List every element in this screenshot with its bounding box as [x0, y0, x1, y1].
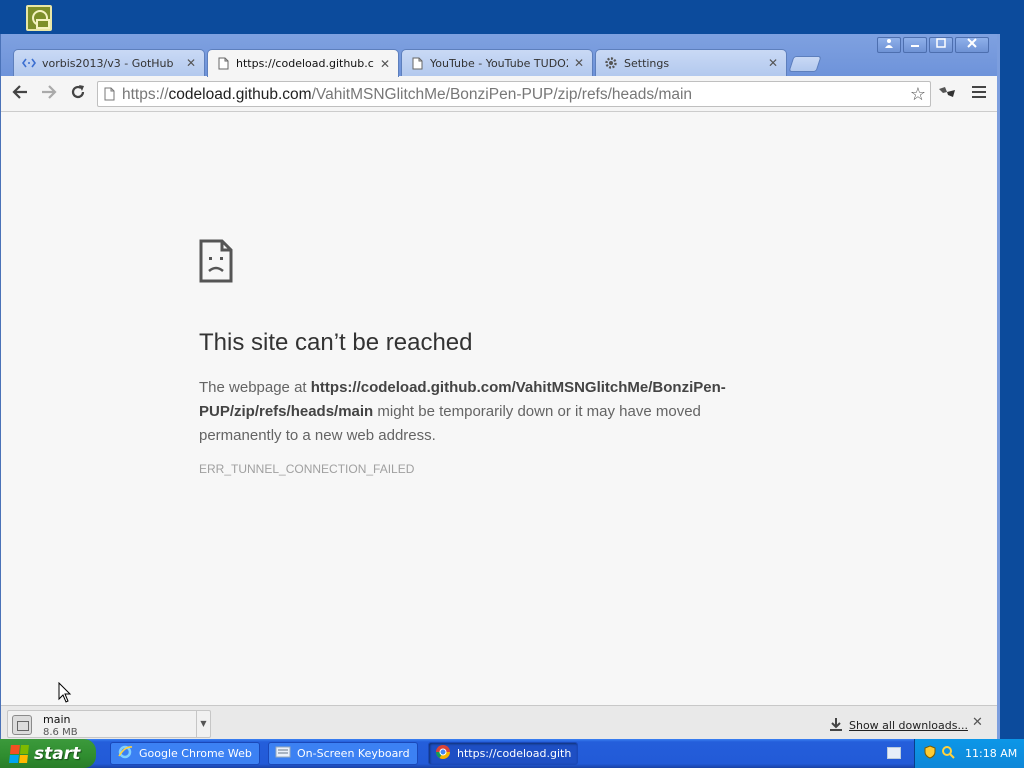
chrome-icon — [435, 744, 451, 763]
window-controls — [877, 37, 989, 53]
tab-title: YouTube - YouTube TUDO2 — [430, 56, 568, 70]
taskbar-item-chrome-web[interactable]: Google Chrome Web ... — [110, 742, 260, 765]
bookmark-star-icon[interactable]: ☆ — [910, 84, 926, 105]
profile-icon[interactable] — [877, 37, 901, 53]
download-size: 8.6 MB — [43, 727, 78, 738]
keyboard-tray-icon[interactable] — [887, 747, 901, 759]
menu-icon[interactable] — [972, 86, 986, 100]
taskbar-item-label: https://codeload.gith... — [457, 747, 571, 760]
tab-youtube[interactable]: YouTube - YouTube TUDO2 ✕ — [401, 49, 593, 76]
window-close-button[interactable] — [955, 37, 989, 53]
error-message-prefix: The webpage at — [199, 379, 311, 396]
close-icon[interactable]: ✕ — [972, 715, 983, 730]
show-all-downloads[interactable]: Show all downloads... — [829, 717, 968, 734]
taskbar-item-label: On-Screen Keyboard — [297, 747, 410, 760]
browser-toolbar: https://codeload.github.com/VahitMSNGlit… — [1, 76, 997, 112]
tab-close-icon[interactable]: ✕ — [574, 56, 584, 70]
tab-close-icon[interactable]: ✕ — [380, 57, 390, 71]
url-text: https://codeload.github.com/VahitMSNGlit… — [122, 86, 692, 104]
taskbar: start Google Chrome Web ... On-Screen Ke… — [0, 739, 1024, 768]
tab-close-icon[interactable]: ✕ — [768, 56, 778, 70]
page-icon — [104, 87, 115, 104]
tab-gothub[interactable]: vorbis2013/v3 - GotHub ✕ — [13, 49, 205, 76]
clock: 11:18 AM — [965, 747, 1018, 760]
chrome-window: vorbis2013/v3 - GotHub ✕ https://codeloa… — [0, 34, 1000, 739]
minimize-button[interactable] — [903, 37, 927, 53]
error-code: ERR_TUNNEL_CONNECTION_FAILED — [199, 462, 415, 476]
start-label: start — [34, 743, 81, 764]
tab-title: https://codeload.github.com — [236, 57, 374, 70]
windows-logo-icon — [9, 744, 29, 763]
chevron-down-icon[interactable]: ▼ — [196, 711, 210, 737]
error-heading: This site can’t be reached — [199, 329, 473, 356]
page-icon — [216, 57, 230, 71]
download-icon — [829, 717, 843, 734]
tab-close-icon[interactable]: ✕ — [186, 56, 196, 70]
tab-title: vorbis2013/v3 - GotHub — [42, 56, 174, 70]
taskbar-item-on-screen-keyboard[interactable]: On-Screen Keyboard — [268, 742, 418, 765]
page-icon — [410, 56, 424, 70]
tab-codeload[interactable]: https://codeload.github.com ✕ — [207, 49, 399, 77]
desktop-shortcut-icon[interactable] — [26, 5, 52, 31]
error-page: This site can’t be reached The webpage a… — [1, 112, 997, 705]
download-item[interactable]: main 8.6 MB ▼ — [7, 710, 211, 738]
new-tab-button[interactable] — [788, 56, 822, 72]
system-tray: 11:18 AM — [914, 739, 1024, 768]
maximize-button[interactable] — [929, 37, 953, 53]
back-button[interactable] — [9, 83, 31, 105]
extension-icon[interactable] — [937, 85, 957, 103]
tab-settings[interactable]: Settings ✕ — [595, 49, 787, 76]
url-host: codeload.github.com — [168, 86, 312, 103]
url-path: /VahitMSNGlitchMe/BonziPen-PUP/zip/refs/… — [311, 86, 693, 103]
error-message: The webpage at https://codeload.github.c… — [199, 376, 779, 448]
code-icon — [22, 56, 36, 70]
show-all-downloads-link[interactable]: Show all downloads... — [849, 719, 968, 732]
gear-icon — [604, 56, 618, 70]
address-bar[interactable]: https://codeload.github.com/VahitMSNGlit… — [97, 81, 931, 107]
file-icon — [12, 715, 32, 735]
start-button[interactable]: start — [0, 739, 96, 768]
keyboard-icon — [275, 746, 291, 761]
sad-page-icon — [198, 239, 234, 286]
url-scheme: https:// — [122, 86, 169, 103]
mouse-cursor-icon — [58, 681, 72, 707]
taskbar-item-label: Google Chrome Web ... — [139, 747, 253, 760]
taskbar-item-codeload[interactable]: https://codeload.gith... — [428, 742, 578, 765]
reload-button[interactable] — [67, 83, 89, 105]
tab-title: Settings — [624, 56, 670, 70]
download-shelf: main 8.6 MB ▼ Show all downloads... ✕ — [1, 705, 997, 739]
title-bar[interactable]: vorbis2013/v3 - GotHub ✕ https://codeloa… — [1, 34, 997, 77]
forward-button[interactable] — [38, 83, 60, 105]
shield-icon[interactable] — [923, 745, 937, 762]
ie-icon — [117, 744, 133, 763]
search-icon[interactable] — [941, 745, 955, 762]
download-filename: main — [43, 713, 71, 726]
